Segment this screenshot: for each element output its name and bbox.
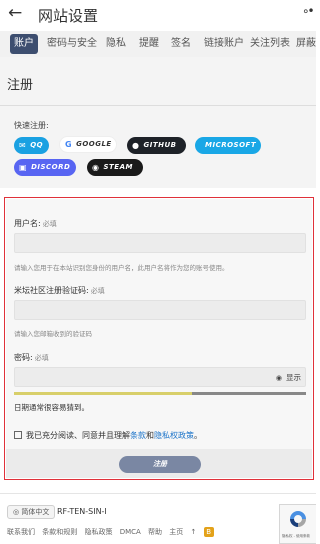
agree-suffix: 。: [194, 431, 202, 440]
discord-login-button[interactable]: ▣ DISCORD: [14, 159, 76, 176]
tab-signature[interactable]: 签名: [171, 34, 191, 54]
tab-alerts[interactable]: 提醒: [139, 34, 159, 54]
password-strength-text: 日期通常很容易猜到。: [14, 403, 89, 412]
page-title: 网站设置: [38, 7, 99, 25]
tab-following[interactable]: 关注列表: [250, 34, 290, 54]
scroll-top-icon[interactable]: ↑: [191, 528, 197, 536]
divider: [0, 105, 316, 106]
footer-links: 联系我们 条款和规则 隐私政策 DMCA 帮助 主页 ↑ B: [7, 527, 219, 537]
microsoft-login-button[interactable]: MICROSOFT: [195, 137, 261, 154]
site-code: RF-TEN-SIN-I: [57, 507, 107, 516]
agree-prefix: 我已充分阅读、同意并且理解: [26, 431, 130, 440]
footer-divider: [0, 493, 316, 494]
steam-label: STEAM: [103, 163, 133, 171]
show-password-label: 显示: [286, 373, 301, 382]
footer-link-terms[interactable]: 条款和规则: [42, 528, 77, 536]
qq-login-button[interactable]: ✉ QQ: [14, 137, 49, 154]
footer-link-home[interactable]: 主页: [169, 528, 183, 536]
verification-code-label: 米坛社区注册验证码: 必填: [14, 285, 105, 296]
verification-code-help: 请输入您邮箱收到的验证码: [14, 330, 92, 338]
more-options-icon[interactable]: ∘•: [302, 4, 315, 18]
required-tag: 必填: [42, 220, 57, 228]
discord-label: DISCORD: [31, 163, 71, 171]
verification-code-label-text: 米坛社区注册验证码:: [14, 286, 89, 295]
eye-icon: ◉: [275, 374, 282, 382]
checkbox-icon[interactable]: [14, 431, 22, 439]
tab-ignoring[interactable]: 屏蔽: [296, 34, 316, 54]
privacy-policy-link[interactable]: 隐私权政策: [154, 431, 194, 440]
tab-privacy[interactable]: 隐私: [106, 34, 126, 54]
footer-link-contact[interactable]: 联系我们: [7, 528, 35, 536]
footer-link-dmca[interactable]: DMCA: [120, 528, 141, 536]
mail-icon: ✉: [19, 141, 27, 150]
agree-and: 和: [146, 431, 154, 440]
settings-tabs: 账户 密码与安全 隐私 提醒 签名 链接账户 关注列表 屏蔽: [0, 31, 316, 57]
qq-label: QQ: [30, 141, 44, 149]
tab-connected-accounts[interactable]: 链接账户: [204, 34, 244, 54]
password-label: 密码: 必填: [14, 352, 49, 363]
required-tag: 必填: [34, 354, 49, 362]
register-submit-button[interactable]: 注册: [119, 456, 201, 473]
password-label-text: 密码:: [14, 353, 33, 362]
register-title: 注册: [7, 78, 34, 93]
show-password-toggle[interactable]: ◉ 显示: [276, 372, 301, 383]
recaptcha-logo-icon: [290, 511, 306, 527]
tab-password-security[interactable]: 密码与安全: [47, 34, 97, 54]
password-strength-meter: [14, 392, 306, 395]
github-label: GITHUB: [143, 141, 177, 149]
language-label: 简体中文: [21, 508, 50, 516]
footer-link-privacy[interactable]: 隐私政策: [84, 528, 112, 536]
verification-code-input[interactable]: [14, 300, 306, 320]
google-icon: G: [65, 140, 73, 149]
password-input[interactable]: ◉ 显示: [14, 367, 306, 387]
terms-link[interactable]: 条款: [130, 431, 146, 440]
globe-icon: ◎: [13, 508, 20, 516]
google-label: GOOGLE: [76, 140, 112, 148]
google-login-button[interactable]: G GOOGLE: [59, 136, 117, 153]
github-login-button[interactable]: ● GITHUB: [127, 137, 186, 154]
steam-icon: ◉: [92, 163, 100, 172]
language-chooser[interactable]: ◎ 简体中文: [7, 505, 56, 519]
tab-account[interactable]: 账户: [10, 34, 38, 54]
recaptcha-badge[interactable]: 隐私权 - 使用条款: [279, 504, 316, 544]
steam-login-button[interactable]: ◉ STEAM: [87, 159, 143, 176]
rss-badge-icon[interactable]: B: [203, 527, 214, 537]
top-bar: ← 网站设置 ∘•: [0, 0, 316, 30]
required-tag: 必填: [90, 287, 105, 295]
quick-register-label: 快速注册:: [14, 121, 49, 130]
github-icon: ●: [132, 141, 140, 150]
agree-terms-checkbox[interactable]: 我已充分阅读、同意并且理解条款和隐私权政策。: [14, 430, 202, 441]
back-arrow-icon[interactable]: ←: [8, 3, 22, 23]
password-strength-fill: [14, 392, 193, 395]
discord-icon: ▣: [19, 163, 28, 172]
footer-link-help[interactable]: 帮助: [148, 528, 162, 536]
microsoft-label: MICROSOFT: [205, 141, 257, 149]
recaptcha-text: 隐私权 - 使用条款: [282, 534, 310, 538]
username-label-text: 用户名:: [14, 219, 41, 228]
username-input[interactable]: [14, 233, 306, 253]
username-label: 用户名: 必填: [14, 218, 57, 229]
username-help: 请输入您用于在本站识别您身份的用户名，此用户名将作为您的账号使用。: [14, 264, 229, 272]
